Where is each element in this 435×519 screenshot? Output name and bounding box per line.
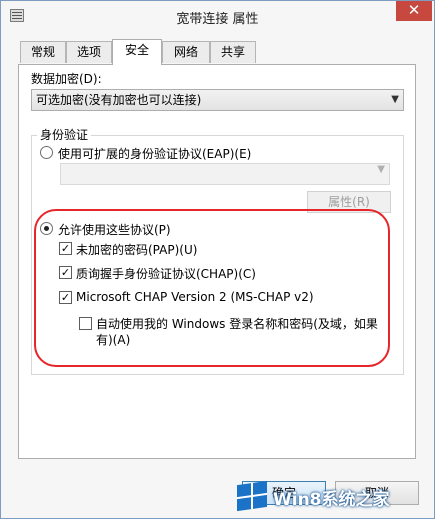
close-button[interactable]: ✕ bbox=[396, 1, 432, 21]
tab-general[interactable]: 常规 bbox=[20, 41, 66, 63]
chevron-down-icon: ▼ bbox=[391, 94, 399, 105]
properties-dialog: 宽带连接 属性 ✕ 常规 选项 安全 网络 共享 数据加密(D): 可选加密(没… bbox=[0, 0, 435, 519]
title-bar: 宽带连接 属性 ✕ bbox=[1, 1, 434, 32]
tab-security[interactable]: 安全 bbox=[112, 39, 162, 65]
tab-sharing[interactable]: 共享 bbox=[210, 41, 256, 63]
tab-options[interactable]: 选项 bbox=[66, 41, 112, 63]
tab-networking[interactable]: 网络 bbox=[162, 41, 210, 63]
windows-logo-icon bbox=[237, 480, 267, 512]
eap-method-select: ▼ bbox=[60, 163, 390, 185]
authentication-group-title: 身份验证 bbox=[37, 126, 92, 143]
watermark: Win8系统之家 bbox=[237, 473, 433, 517]
highlight-annotation bbox=[34, 209, 390, 367]
eap-radio-label[interactable]: 使用可扩展的身份验证协议(EAP)(E) bbox=[58, 145, 251, 162]
eap-radio[interactable] bbox=[40, 146, 53, 159]
window-title: 宽带连接 属性 bbox=[176, 12, 259, 27]
data-encryption-label: 数据加密(D): bbox=[31, 72, 102, 86]
watermark-text: Win8系统之家 bbox=[273, 490, 390, 510]
data-encryption-select[interactable]: 可选加密(没有加密也可以连接) ▼ bbox=[31, 89, 404, 111]
close-icon: ✕ bbox=[407, 1, 421, 19]
chevron-down-icon: ▼ bbox=[377, 164, 385, 175]
data-encryption-value: 可选加密(没有加密也可以连接) bbox=[36, 93, 202, 107]
